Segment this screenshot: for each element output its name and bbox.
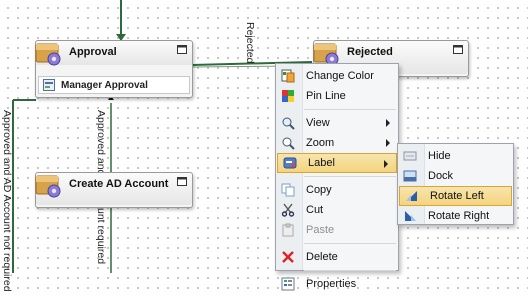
grid-pin-icon: [280, 88, 296, 104]
menu-item-change-color[interactable]: Change Color: [276, 66, 398, 86]
activity-gear-icon: [33, 170, 65, 200]
activity-gear-icon: [33, 38, 65, 68]
approval-node[interactable]: Approval Manager Approval: [35, 40, 193, 98]
maximize-icon[interactable]: [453, 45, 463, 54]
magnifier-icon: [280, 115, 296, 131]
paste-icon: [280, 222, 296, 238]
menu-item-copy[interactable]: Copy: [276, 180, 398, 200]
maximize-icon[interactable]: [177, 45, 187, 54]
manager-approval-step[interactable]: Manager Approval: [38, 76, 190, 94]
copy-icon: [280, 182, 296, 198]
menu-item-cut[interactable]: Cut: [276, 200, 398, 220]
node-title: Create AD Account: [69, 178, 169, 190]
color-palette-icon: [280, 68, 296, 84]
submenu-item-hide[interactable]: Hide: [398, 146, 513, 166]
scissors-icon: [280, 202, 296, 218]
hide-icon: [402, 148, 418, 164]
submenu-item-rotate-right[interactable]: Rotate Right: [398, 206, 513, 226]
node-title: Approval: [69, 46, 117, 58]
delete-x-icon: [280, 249, 296, 265]
rotate-right-icon: [402, 208, 418, 224]
properties-icon: [280, 276, 296, 292]
submenu-item-dock[interactable]: Dock: [398, 166, 513, 186]
context-menu: Change Color Pin Line View Zoom Label Co…: [275, 63, 399, 291]
step-icon: [43, 79, 55, 91]
connector-label-rejected: Rejected: [244, 22, 256, 64]
label-submenu: Hide Dock Rotate Left Rotate Right: [397, 143, 514, 225]
menu-item-properties[interactable]: Properties: [276, 274, 398, 294]
menu-item-label[interactable]: Label: [277, 153, 397, 173]
menu-item-view[interactable]: View: [276, 113, 398, 133]
connector-label-unt-required: unt required: [95, 208, 107, 265]
rotate-left-icon: [404, 188, 420, 204]
connector-label-approved-and: Approved and: [95, 110, 107, 176]
menu-item-pin-line[interactable]: Pin Line: [276, 86, 398, 106]
zoom-icon: [280, 135, 296, 151]
submenu-arrow-icon: [386, 139, 390, 147]
menu-item-zoom[interactable]: Zoom: [276, 133, 398, 153]
dock-icon: [402, 168, 418, 184]
create-ad-account-node[interactable]: Create AD Account: [35, 172, 193, 208]
menu-item-paste[interactable]: Paste: [276, 220, 398, 240]
connector-label-left-long: Approved and AD Account not required: [1, 110, 13, 292]
submenu-item-rotate-left[interactable]: Rotate Left: [399, 186, 512, 206]
node-title: Rejected: [347, 46, 393, 58]
label-icon: [282, 155, 298, 171]
submenu-arrow-icon: [384, 160, 388, 168]
menu-item-delete[interactable]: Delete: [276, 247, 398, 267]
submenu-arrow-icon: [386, 119, 390, 127]
maximize-icon[interactable]: [177, 177, 187, 186]
